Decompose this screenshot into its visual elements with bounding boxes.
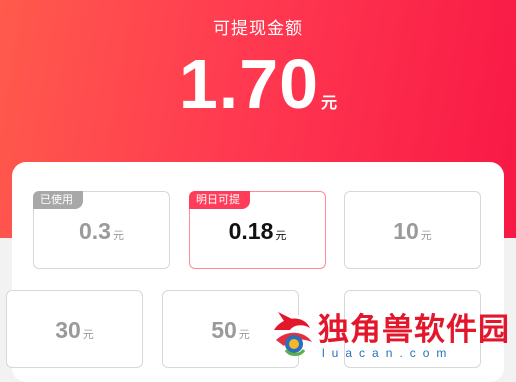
- watermark-url: luacan.com: [322, 346, 454, 360]
- used-badge: 已使用: [33, 191, 83, 209]
- option-amount: 0.3: [79, 218, 111, 244]
- option-value: 0.3 元: [34, 218, 169, 245]
- withdraw-option-0-3[interactable]: 已使用 0.3 元: [33, 191, 170, 269]
- amount-unit: 元: [321, 95, 338, 112]
- watermark-brand: 独角兽软件园: [318, 312, 510, 348]
- option-unit: 元: [82, 329, 94, 341]
- tomorrow-available-badge: 明日可提: [189, 191, 250, 209]
- watermark: 独角兽软件园 luacan.com: [262, 296, 516, 365]
- option-value: 10 元: [345, 218, 480, 245]
- option-amount: 30: [55, 317, 81, 343]
- withdraw-option-0-18[interactable]: 明日可提 0.18 元: [189, 191, 326, 269]
- option-value: 30 元: [7, 317, 142, 344]
- option-unit: 元: [112, 230, 124, 242]
- option-amount: 10: [393, 218, 419, 244]
- withdraw-option-30[interactable]: 30 元: [6, 290, 143, 368]
- withdrawable-amount: 1.70 元: [0, 44, 516, 124]
- unicorn-logo-icon: [272, 312, 312, 356]
- amount-value: 1.70: [178, 45, 320, 123]
- option-amount: 50: [211, 317, 237, 343]
- withdraw-option-10[interactable]: 10 元: [344, 191, 481, 269]
- option-amount: 0.18: [228, 218, 274, 244]
- option-value: 0.18 元: [190, 218, 325, 245]
- option-unit: 元: [238, 329, 250, 341]
- option-unit: 元: [275, 230, 287, 242]
- option-unit: 元: [420, 230, 432, 242]
- withdrawable-amount-label: 可提现金额: [213, 19, 303, 38]
